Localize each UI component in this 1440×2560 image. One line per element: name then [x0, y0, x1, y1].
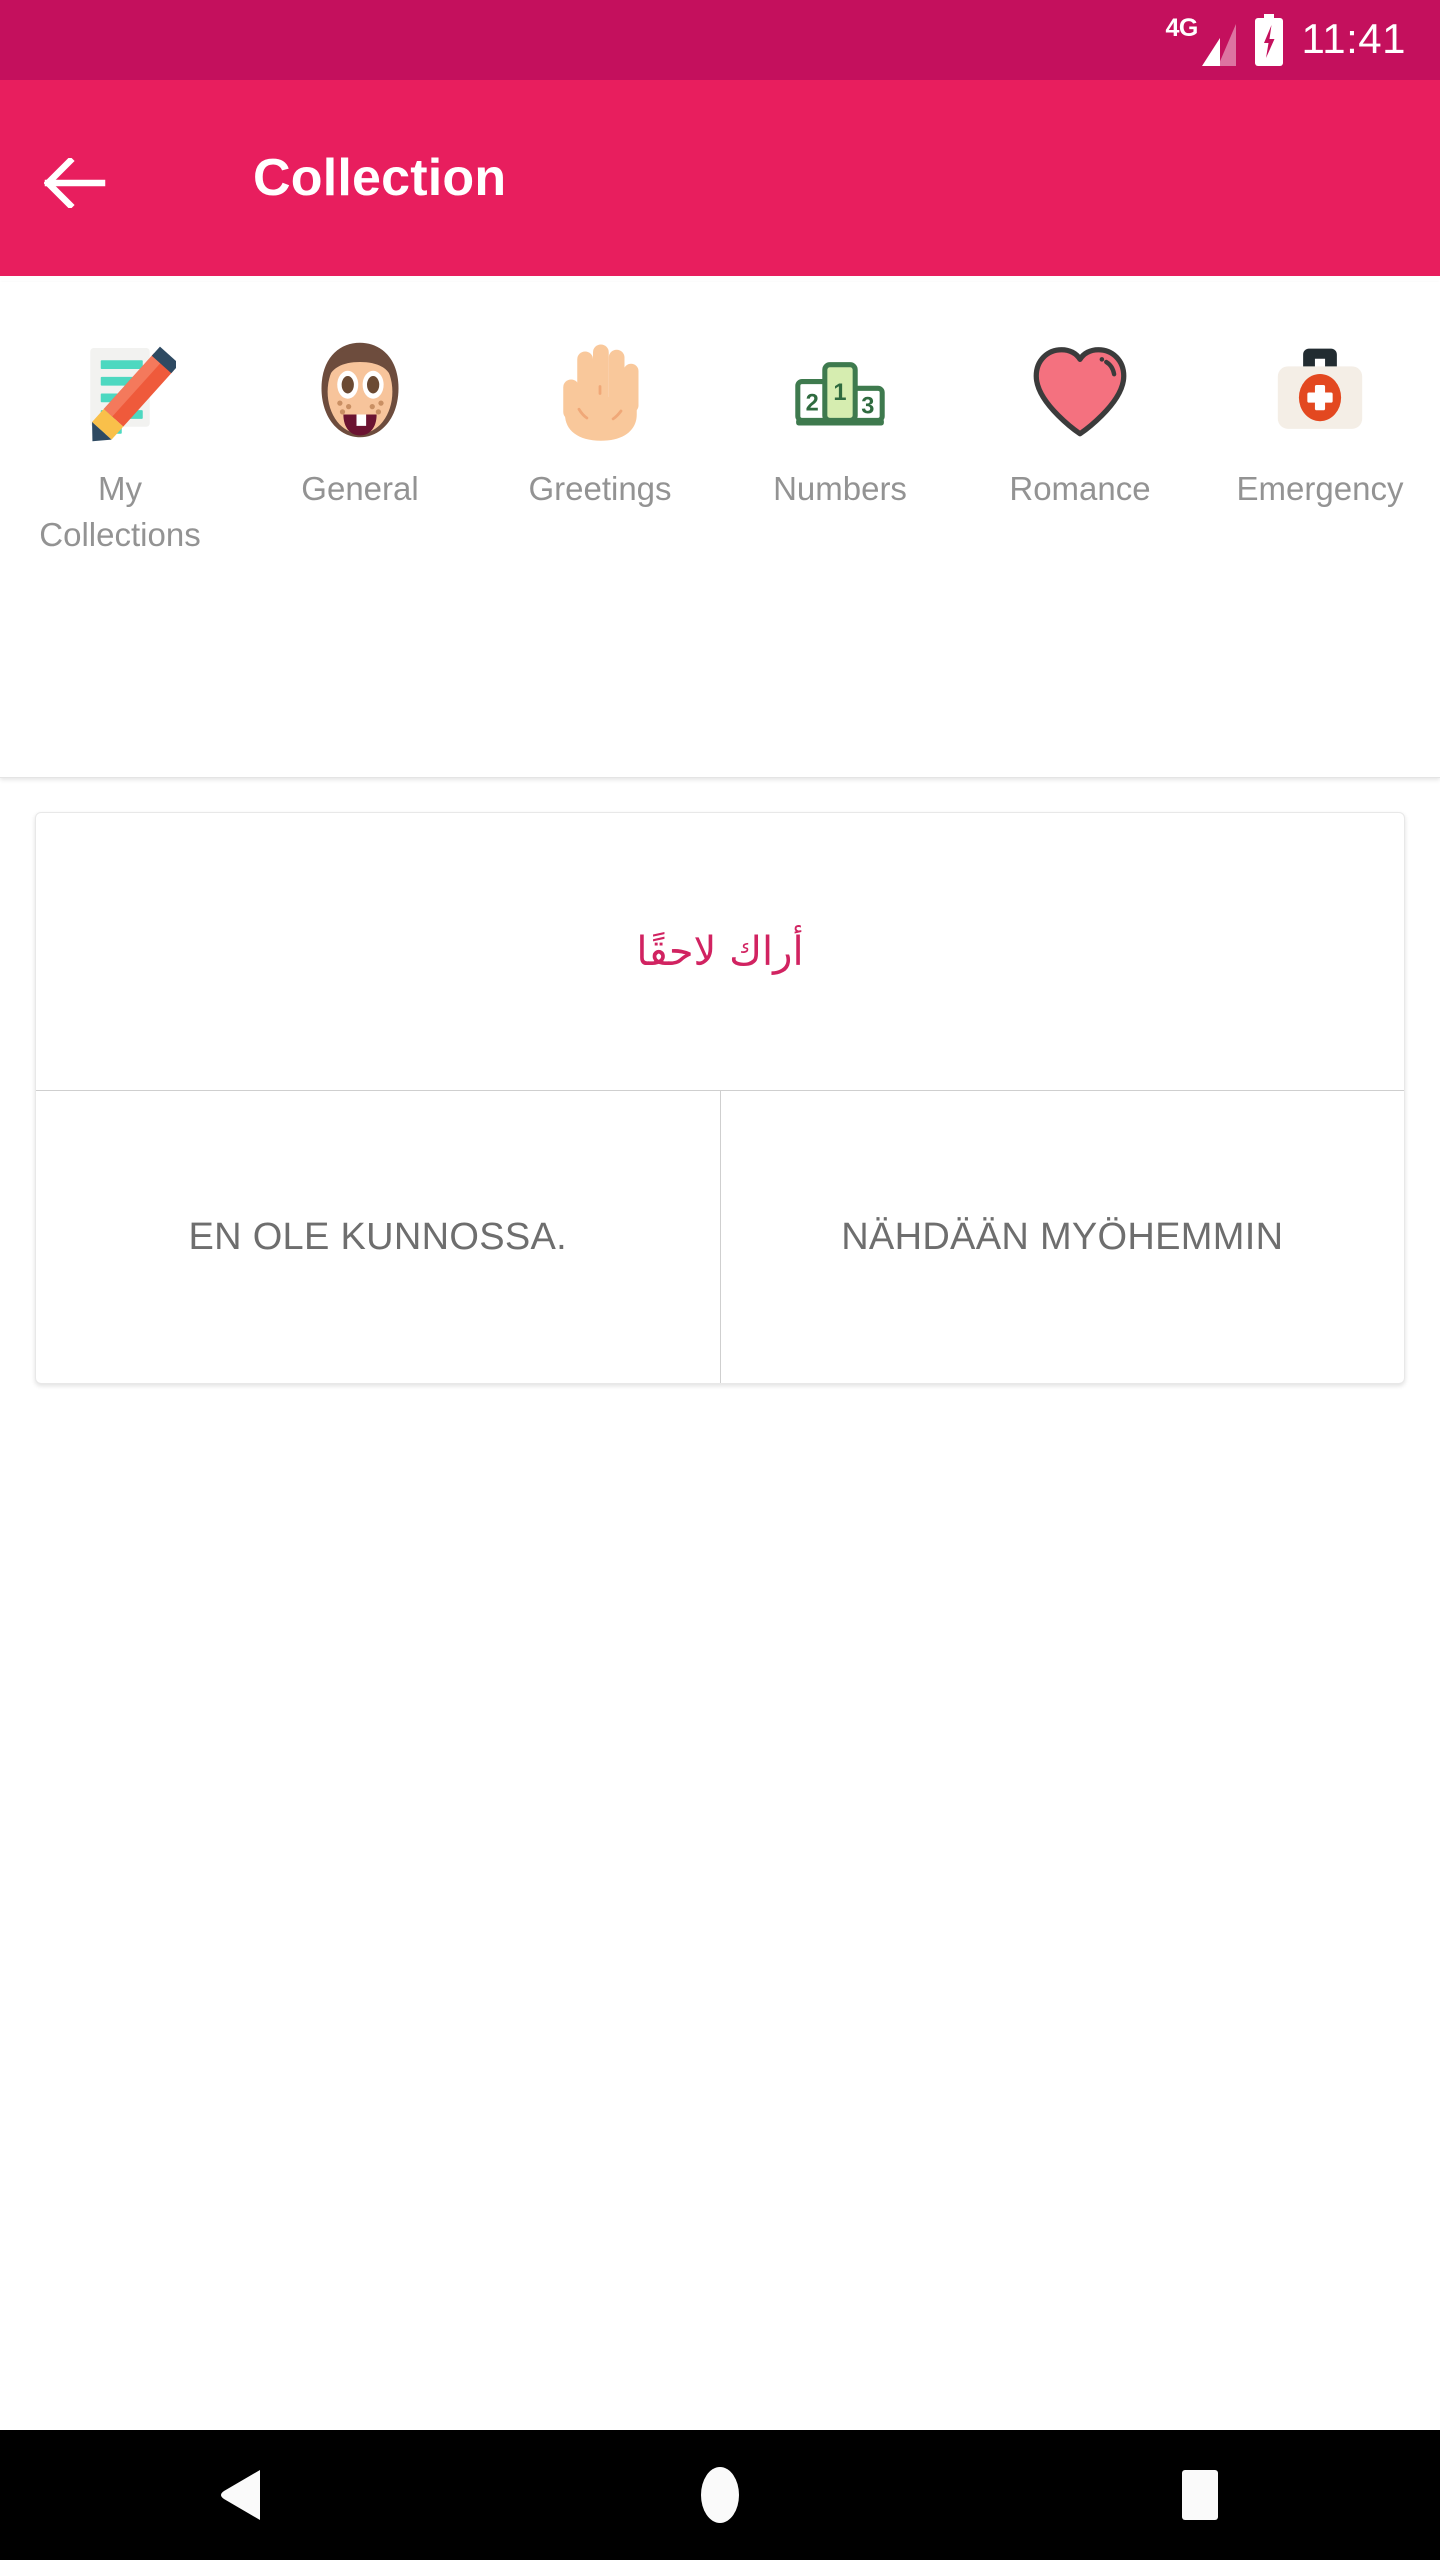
category-item-numbers[interactable]: 2 1 3 Numbers: [720, 330, 960, 512]
category-item-my-collections[interactable]: My Collections: [0, 330, 240, 558]
signal-bars-icon: [1201, 24, 1236, 66]
category-label: Emergency: [1236, 470, 1404, 507]
phrase-action-row: EN OLE KUNNOSSA. NÄHDÄÄN MYÖHEMMIN: [36, 1091, 1405, 1383]
category-label: Romance: [1009, 470, 1151, 507]
phrase-arabic-text: أراك لاحقًا: [636, 928, 804, 975]
nav-home-button[interactable]: [630, 2430, 810, 2560]
signal-icon: 4G: [1166, 12, 1236, 68]
phrase-option-right[interactable]: NÄHDÄÄN MYÖHEMMIN: [719, 1091, 1405, 1383]
status-bar-icons: 4G 11:41: [1166, 0, 1407, 80]
first-aid-kit-icon: [1260, 330, 1380, 450]
memo-pencil-icon: [60, 330, 180, 450]
category-item-general[interactable]: General: [240, 330, 480, 512]
circle-home-icon: [701, 2467, 739, 2523]
heart-icon: [1020, 330, 1140, 450]
raised-hand-icon: [540, 330, 660, 450]
girl-face-icon: [300, 330, 420, 450]
category-label: Greetings: [528, 470, 672, 507]
android-navigation-bar: [0, 2430, 1440, 2560]
svg-text:3: 3: [861, 394, 874, 420]
status-bar: 4G 11:41: [0, 0, 1440, 80]
svg-text:1: 1: [833, 380, 846, 406]
page-title: Collection: [253, 149, 507, 207]
category-label: General: [301, 470, 419, 507]
category-item-greetings[interactable]: Greetings: [480, 330, 720, 512]
arrow-left-icon: [44, 158, 106, 208]
category-panel: My Collections General Greetings 2 1 3 N…: [0, 282, 1440, 1033]
status-bar-clock: 11:41: [1301, 15, 1406, 62]
phrase-display[interactable]: أراك لاحقًا: [36, 813, 1404, 1091]
nav-back-button[interactable]: [150, 2430, 330, 2560]
category-label: Numbers: [773, 470, 907, 507]
category-item-emergency[interactable]: Emergency: [1200, 330, 1440, 512]
category-list: My Collections General Greetings 2 1 3 N…: [0, 330, 1440, 558]
app-bar: Collection: [0, 80, 1440, 276]
podium-icon: 2 1 3: [780, 330, 900, 450]
square-recents-icon: [1182, 2470, 1218, 2520]
svg-text:2: 2: [806, 390, 819, 416]
back-button[interactable]: [30, 138, 120, 228]
category-item-romance[interactable]: Romance: [960, 330, 1200, 512]
battery-charging-icon: [1254, 14, 1284, 66]
triangle-back-icon: [221, 2470, 260, 2520]
phrase-card: أراك لاحقًا EN OLE KUNNOSSA. NÄHDÄÄN MYÖ…: [35, 812, 1405, 1384]
category-label: My Collections: [39, 470, 201, 553]
phrase-option-left[interactable]: EN OLE KUNNOSSA.: [36, 1091, 720, 1383]
nav-recents-button[interactable]: [1110, 2430, 1290, 2560]
